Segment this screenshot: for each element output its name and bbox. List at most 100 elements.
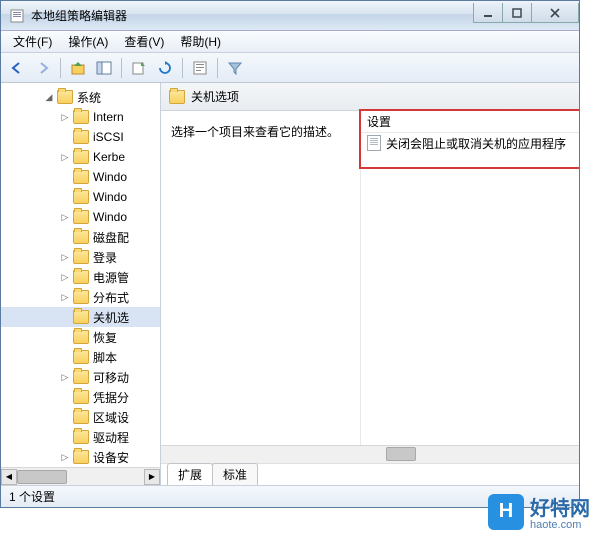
properties-button[interactable] bbox=[188, 56, 212, 80]
folder-icon bbox=[73, 410, 89, 424]
minimize-button[interactable] bbox=[473, 3, 503, 23]
content-hscrollbar[interactable] bbox=[161, 445, 579, 463]
expand-icon[interactable] bbox=[59, 191, 71, 203]
expand-icon[interactable]: ▷ bbox=[59, 371, 71, 383]
tree-node[interactable]: 脚本 bbox=[1, 347, 160, 367]
tree-node[interactable]: 凭据分 bbox=[1, 387, 160, 407]
filter-button[interactable] bbox=[223, 56, 247, 80]
folder-icon bbox=[73, 270, 89, 284]
expand-icon[interactable] bbox=[59, 431, 71, 443]
collapse-icon[interactable]: ◢ bbox=[43, 91, 55, 103]
tree-node[interactable]: Windo bbox=[1, 167, 160, 187]
tree-node[interactable]: ▷ 电源管 bbox=[1, 267, 160, 287]
maximize-button[interactable] bbox=[502, 3, 532, 23]
tree-node[interactable]: ▷ 设备安 bbox=[1, 447, 160, 467]
expand-icon[interactable] bbox=[59, 171, 71, 183]
tree-node[interactable]: 驱动程 bbox=[1, 427, 160, 447]
folder-icon bbox=[73, 170, 89, 184]
export-button[interactable] bbox=[127, 56, 151, 80]
tree-view[interactable]: ◢ 系统 ▷InterniSCSI▷KerbeWindoWindo▷Windo磁… bbox=[1, 83, 160, 467]
app-icon bbox=[9, 8, 25, 24]
scroll-thumb[interactable] bbox=[386, 447, 416, 461]
setting-item[interactable]: 关闭会阻止或取消关机的应用程序 bbox=[361, 133, 579, 153]
scroll-thumb[interactable] bbox=[17, 470, 67, 484]
expand-icon[interactable] bbox=[59, 231, 71, 243]
up-button[interactable] bbox=[66, 56, 90, 80]
expand-icon[interactable] bbox=[59, 331, 71, 343]
tree-node[interactable]: Windo bbox=[1, 187, 160, 207]
scroll-right-button[interactable]: ▶ bbox=[144, 469, 160, 485]
forward-button[interactable] bbox=[31, 56, 55, 80]
app-window: 本地组策略编辑器 文件(F) 操作(A) 查看(V) 帮助(H) ◢ bbox=[0, 0, 580, 508]
tree-node[interactable]: 恢复 bbox=[1, 327, 160, 347]
tree-label: 分布式 bbox=[93, 289, 129, 306]
watermark-subtext: haote.com bbox=[530, 519, 590, 531]
watermark-text: 好特网 bbox=[530, 498, 590, 520]
tree-label: 关机选 bbox=[93, 309, 129, 326]
tree-node[interactable]: 磁盘配 bbox=[1, 227, 160, 247]
tree-label: Intern bbox=[93, 110, 124, 124]
menu-help[interactable]: 帮助(H) bbox=[172, 31, 229, 52]
window-controls bbox=[474, 3, 579, 23]
expand-icon[interactable] bbox=[59, 311, 71, 323]
toolbar-separator bbox=[217, 58, 218, 78]
expand-icon[interactable]: ▷ bbox=[59, 211, 71, 223]
content-body: 选择一个项目来查看它的描述。 设置 关闭会阻止或取消关机的应用程序 bbox=[161, 111, 579, 445]
expand-icon[interactable] bbox=[59, 391, 71, 403]
back-button[interactable] bbox=[5, 56, 29, 80]
tree-node-root[interactable]: ◢ 系统 bbox=[1, 87, 160, 107]
scroll-left-button[interactable]: ◀ bbox=[1, 469, 17, 485]
tree-node[interactable]: ▷ 可移动 bbox=[1, 367, 160, 387]
tree-hscrollbar[interactable]: ◀ ▶ bbox=[1, 467, 160, 485]
titlebar[interactable]: 本地组策略编辑器 bbox=[1, 1, 579, 31]
right-pane: 关机选项 选择一个项目来查看它的描述。 设置 关闭会阻止或取消关机的应用程序 bbox=[161, 83, 579, 485]
menu-view[interactable]: 查看(V) bbox=[116, 31, 172, 52]
tree-node[interactable]: ▷ Intern bbox=[1, 107, 160, 127]
expand-icon[interactable]: ▷ bbox=[59, 111, 71, 123]
expand-icon[interactable]: ▷ bbox=[59, 271, 71, 283]
tree-label: 电源管 bbox=[93, 269, 129, 286]
tree-label: 设备安 bbox=[93, 449, 129, 466]
close-button[interactable] bbox=[531, 3, 579, 23]
tree-label: 区域设 bbox=[93, 409, 129, 426]
toolbar bbox=[1, 53, 579, 83]
tree-node[interactable]: 关机选 bbox=[1, 307, 160, 327]
watermark-text-group: 好特网 haote.com bbox=[530, 492, 590, 531]
expand-icon[interactable]: ▷ bbox=[59, 251, 71, 263]
status-text: 1 个设置 bbox=[9, 488, 55, 505]
expand-icon[interactable]: ▷ bbox=[59, 451, 71, 463]
folder-icon bbox=[73, 130, 89, 144]
show-hide-tree-button[interactable] bbox=[92, 56, 116, 80]
refresh-button[interactable] bbox=[153, 56, 177, 80]
tree-node[interactable]: ▷Windo bbox=[1, 207, 160, 227]
folder-icon bbox=[73, 230, 89, 244]
tree-label: 恢复 bbox=[93, 329, 117, 346]
menubar: 文件(F) 操作(A) 查看(V) 帮助(H) bbox=[1, 31, 579, 53]
tree-node[interactable]: ▷ 分布式 bbox=[1, 287, 160, 307]
tree-node[interactable]: ▷Kerbe bbox=[1, 147, 160, 167]
tree-node[interactable]: 区域设 bbox=[1, 407, 160, 427]
tree-node[interactable]: ▷登录 bbox=[1, 247, 160, 267]
expand-icon[interactable] bbox=[59, 131, 71, 143]
tree-label: 可移动 bbox=[93, 369, 129, 386]
list-column-header[interactable]: 设置 bbox=[361, 111, 579, 133]
menu-file[interactable]: 文件(F) bbox=[5, 31, 60, 52]
expand-icon[interactable]: ▷ bbox=[59, 151, 71, 163]
description-text: 选择一个项目来查看它的描述。 bbox=[171, 123, 350, 140]
scroll-track[interactable] bbox=[17, 469, 144, 485]
folder-icon bbox=[73, 190, 89, 204]
tree-node[interactable]: iSCSI bbox=[1, 127, 160, 147]
tab-extended[interactable]: 扩展 bbox=[167, 463, 213, 485]
folder-icon bbox=[73, 290, 89, 304]
folder-icon bbox=[73, 370, 89, 384]
expand-icon[interactable] bbox=[59, 411, 71, 423]
watermark: H 好特网 haote.com bbox=[488, 492, 590, 531]
tab-standard[interactable]: 标准 bbox=[212, 463, 258, 485]
menu-action[interactable]: 操作(A) bbox=[60, 31, 116, 52]
expand-icon[interactable]: ▷ bbox=[59, 291, 71, 303]
tree-pane: ◢ 系统 ▷InterniSCSI▷KerbeWindoWindo▷Windo磁… bbox=[1, 83, 161, 485]
folder-icon bbox=[73, 350, 89, 364]
folder-icon bbox=[73, 250, 89, 264]
expand-icon[interactable] bbox=[59, 351, 71, 363]
description-column: 选择一个项目来查看它的描述。 bbox=[161, 111, 361, 445]
